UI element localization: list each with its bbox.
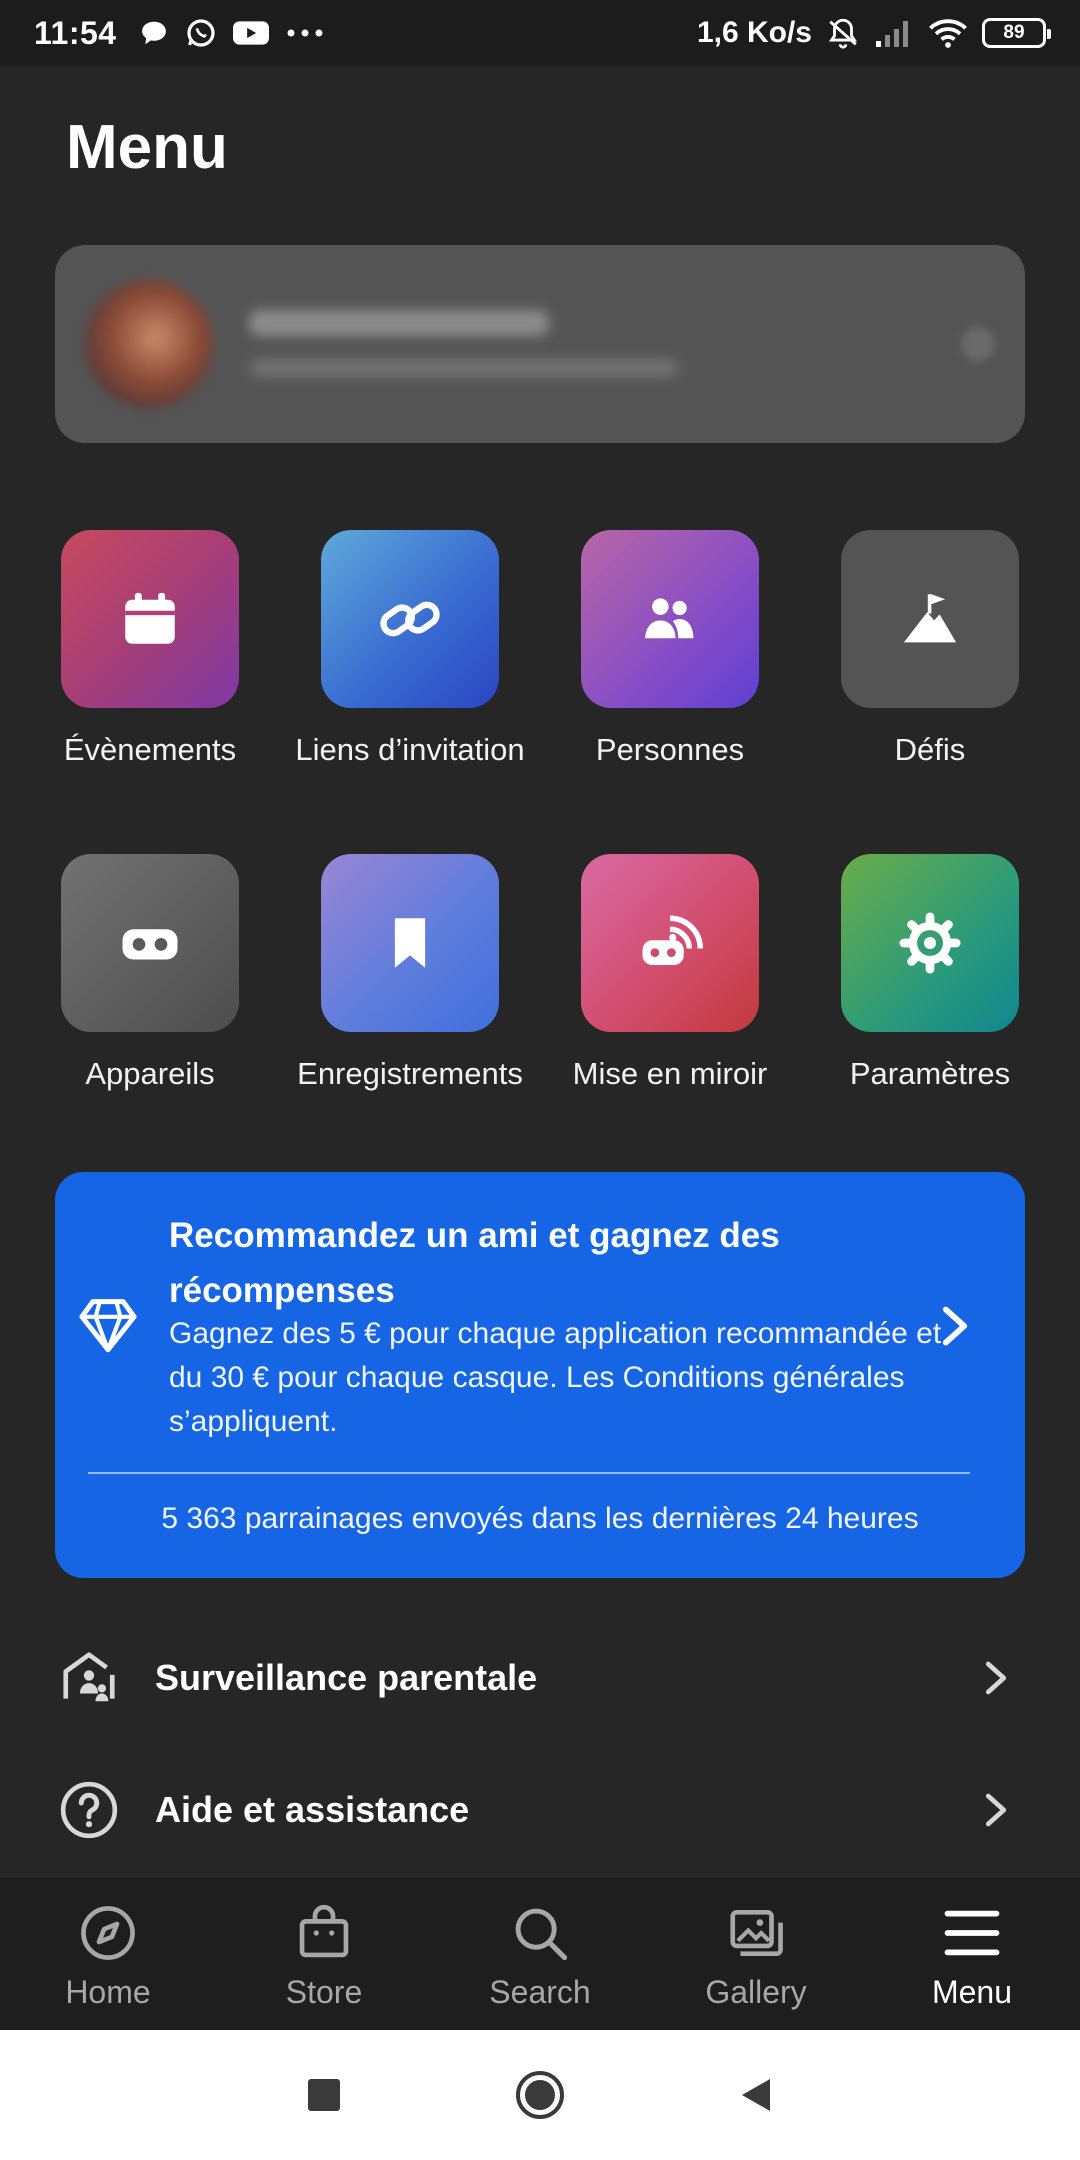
grid-item-challenges[interactable]: Défis xyxy=(800,530,1060,769)
row-help-support[interactable]: Aide et assistance xyxy=(55,1760,1025,1860)
nav-label: Gallery xyxy=(705,1974,807,2010)
devices-tile[interactable] xyxy=(61,854,239,1032)
bookmark-icon xyxy=(394,918,426,968)
profile-card[interactable] xyxy=(55,245,1025,443)
chevron-right-icon xyxy=(985,1661,1007,1695)
home-icon xyxy=(516,2071,564,2119)
referral-count: 5 363 parrainages envoyés dans les derni… xyxy=(161,1502,919,1535)
grid-item-people[interactable]: Personnes xyxy=(540,530,800,769)
referral-card[interactable]: Recommandez un ami et gagnez des récompe… xyxy=(55,1172,1025,1578)
chat-bubble-icon xyxy=(141,21,166,45)
hamburger-icon xyxy=(944,1910,1000,1956)
casting-tile[interactable] xyxy=(581,854,759,1032)
profile-name-blurred xyxy=(249,310,549,336)
people-icon xyxy=(645,598,694,639)
network-speed: 1,6 Ko/s xyxy=(696,16,812,49)
wifi-icon xyxy=(929,19,967,48)
referral-title: Recommandez un ami et gagnez des récompe… xyxy=(169,1216,780,1310)
settings-tile[interactable] xyxy=(841,854,1019,1032)
nav-label: Home xyxy=(65,1974,151,2010)
nav-label: Store xyxy=(285,1974,363,2010)
home-button[interactable] xyxy=(432,2069,648,2121)
status-time: 11:54 xyxy=(34,14,117,51)
chevron-right-icon xyxy=(961,327,995,361)
cast-icon xyxy=(642,915,703,965)
nav-gallery[interactable]: Gallery xyxy=(648,1878,864,2030)
whatsapp-icon xyxy=(186,19,215,47)
challenges-tile[interactable] xyxy=(841,530,1019,708)
nav-home[interactable]: Home xyxy=(0,1878,216,2030)
back-button[interactable] xyxy=(648,2075,864,2115)
chevron-right-icon xyxy=(942,1306,968,1346)
events-tile[interactable] xyxy=(61,530,239,708)
family-home-icon xyxy=(63,1652,115,1702)
row-parental-supervision[interactable]: Surveillance parentale xyxy=(55,1628,1025,1728)
battery-level: 89 xyxy=(1003,22,1025,43)
gear-icon xyxy=(899,912,961,974)
grid-item-casting[interactable]: Mise en miroir xyxy=(540,854,800,1093)
more-dots-icon xyxy=(287,29,323,37)
status-bar: 11:54 1,6 Ko/s 89 xyxy=(0,0,1080,66)
vr-headset-icon xyxy=(122,929,178,960)
grid-item-settings[interactable]: Paramètres xyxy=(800,854,1060,1093)
diamond-icon xyxy=(79,1299,137,1353)
page-title: Menu xyxy=(66,113,228,182)
youtube-icon xyxy=(232,21,269,45)
referral-description: Gagnez des 5 € pour chaque application r… xyxy=(169,1317,942,1438)
notification-icons xyxy=(139,17,325,49)
link-icon xyxy=(380,601,440,637)
chevron-right-icon xyxy=(985,1793,1007,1827)
recents-button[interactable] xyxy=(216,2077,432,2113)
search-icon xyxy=(515,1908,568,1961)
system-nav-bar xyxy=(0,2030,1080,2160)
grid-label: Défis xyxy=(894,732,966,767)
row-label: Surveillance parentale xyxy=(155,1657,538,1698)
divider xyxy=(88,1472,970,1474)
invite-links-tile[interactable] xyxy=(321,530,499,708)
nav-label: Menu xyxy=(931,1974,1013,2010)
grid-item-events[interactable]: Évènements xyxy=(20,530,280,769)
nav-search[interactable]: Search xyxy=(432,1878,648,2030)
signal-icon xyxy=(876,21,908,47)
grid-label: Appareils xyxy=(85,1056,215,1091)
mountain-flag-icon xyxy=(903,594,957,643)
grid-label: Mise en miroir xyxy=(572,1056,768,1091)
grid-item-devices[interactable]: Appareils xyxy=(20,854,280,1093)
row-label: Aide et assistance xyxy=(155,1789,470,1830)
battery-icon: 89 xyxy=(982,18,1051,48)
grid-label: Personnes xyxy=(595,732,745,767)
saved-tile[interactable] xyxy=(321,854,499,1032)
avatar xyxy=(85,280,213,408)
recents-icon xyxy=(308,2079,340,2111)
nav-menu[interactable]: Menu xyxy=(864,1878,1080,2030)
people-tile[interactable] xyxy=(581,530,759,708)
bottom-nav: Home Store Search Gallery Menu xyxy=(0,1878,1080,2030)
grid-label: Évènements xyxy=(63,732,237,767)
nav-store[interactable]: Store xyxy=(216,1878,432,2030)
grid-label: Enregistrements xyxy=(297,1056,523,1091)
profile-subtitle-blurred xyxy=(249,358,679,378)
grid-item-invite-links[interactable]: Liens d’invitation xyxy=(280,530,540,769)
grid-label: Paramètres xyxy=(849,1056,1011,1091)
mute-icon xyxy=(829,18,857,49)
help-icon xyxy=(60,1781,118,1839)
grid-item-saved[interactable]: Enregistrements xyxy=(280,854,540,1093)
grid-label: Liens d’invitation xyxy=(295,732,525,767)
compass-icon xyxy=(81,1906,135,1960)
nav-label: Search xyxy=(489,1974,591,2010)
back-icon xyxy=(742,2079,770,2111)
status-right: 1,6 Ko/s 89 xyxy=(696,16,1051,50)
profile-info-blurred xyxy=(249,310,679,378)
gallery-icon xyxy=(730,1910,783,1956)
calendar-icon xyxy=(125,592,175,644)
store-bag-icon xyxy=(299,1904,349,1958)
